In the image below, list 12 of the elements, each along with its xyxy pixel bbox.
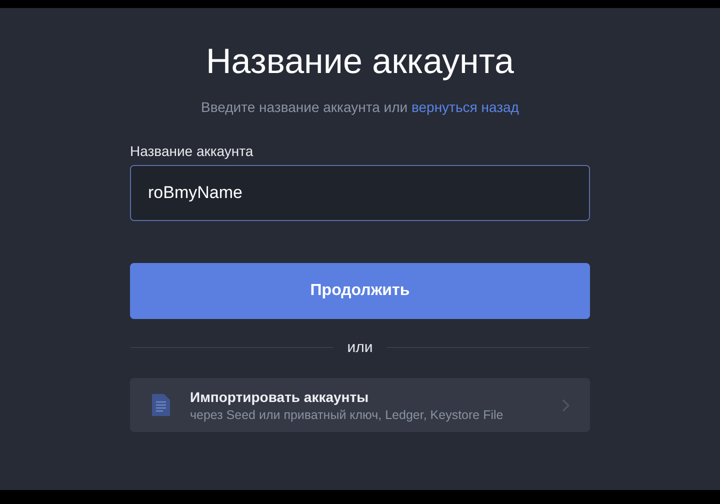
document-icon xyxy=(152,394,170,416)
divider-text: или xyxy=(347,339,373,356)
continue-button[interactable]: Продолжить xyxy=(130,263,590,319)
account-name-field[interactable]: roBmyName xyxy=(130,165,590,221)
page-title: Название аккаунта xyxy=(206,41,514,83)
chevron-right-icon xyxy=(562,398,570,412)
back-link[interactable]: вернуться назад xyxy=(411,99,519,115)
import-description: через Seed или приватный ключ, Ledger, Keystore File xyxy=(190,408,504,422)
subtitle-text: Введите название аккаунта или вернуться назад xyxy=(201,98,519,116)
field-label: Название аккаунта xyxy=(130,142,254,160)
import-title: Импортировать аккаунты xyxy=(190,388,370,404)
import-accounts-option[interactable]: Импортировать аккаунты через Seed или приватный ключ, Ledger, Keystore File xyxy=(130,378,590,432)
